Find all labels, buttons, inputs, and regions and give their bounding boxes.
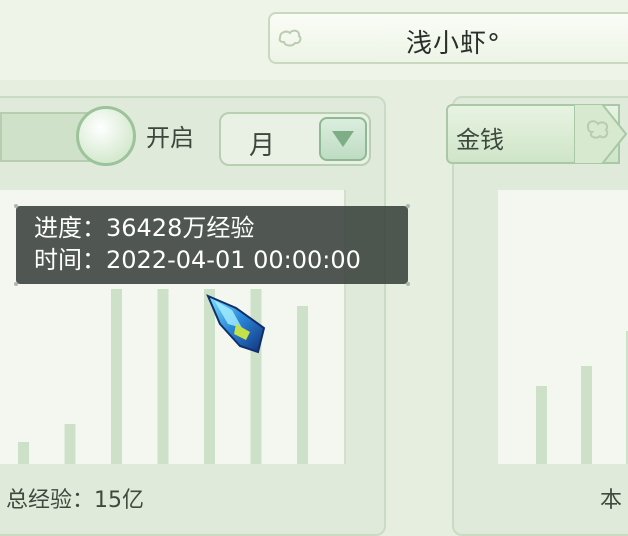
chart-bar[interactable] [18,442,29,464]
toggle-knob[interactable] [76,106,136,166]
period-select[interactable]: 月 [219,112,371,166]
chart-bar[interactable] [64,424,76,464]
chart-bar[interactable] [297,306,308,464]
gem-cursor-icon [206,294,266,354]
player-name-banner: 浅小虾° [268,12,628,64]
tab-arrow-ornament-icon [574,104,628,164]
total-experience: 总经验：15亿 [6,482,144,514]
cloud-ornament-icon [278,29,302,47]
money-chart-svg [536,331,628,464]
tooltip-progress-value: 36428万经验 [106,214,255,242]
player-name: 浅小虾° [406,29,502,59]
tooltip-corner [14,282,18,286]
chart-bar[interactable] [157,289,169,464]
chart-bar[interactable] [581,366,592,464]
chart-bar[interactable] [536,386,547,464]
money-tab-label: 金钱 [456,126,504,154]
tooltip-corner [14,204,18,208]
money-footer-label: 本 [600,488,623,513]
tooltip-corner [406,282,410,286]
tooltip-corner [406,204,410,208]
total-experience-value: 15亿 [94,488,145,513]
chart-tooltip: 进度：36428万经验 时间：2022-04-01 00:00:00 [14,204,410,286]
triangle-down-icon [332,131,354,147]
money-chart [498,190,628,464]
period-select-value: 月 [249,131,276,161]
dropdown-button[interactable] [319,117,367,161]
tooltip-progress-label: 进度： [34,214,106,242]
tooltip-time-label: 时间： [34,246,106,274]
tooltip-time-value: 2022-04-01 00:00:00 [106,246,361,274]
toggle-label: 开启 [146,124,194,152]
total-experience-label: 总经验： [6,488,95,513]
chart-bar[interactable] [111,289,122,464]
